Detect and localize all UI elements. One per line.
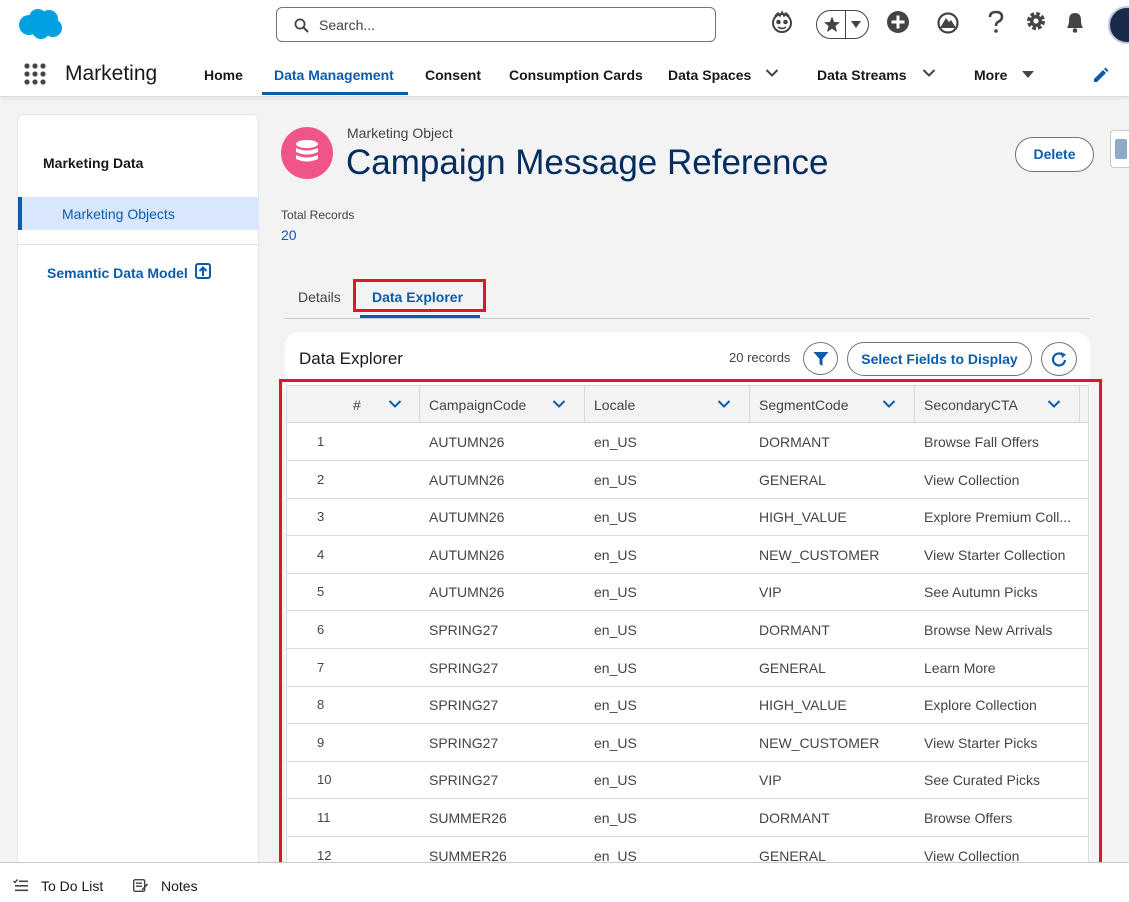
active-nav-indicator bbox=[262, 92, 408, 95]
user-avatar[interactable] bbox=[1108, 6, 1129, 44]
active-tab-indicator bbox=[360, 315, 480, 318]
object-type-label: Marketing Object bbox=[347, 125, 453, 141]
record-count: 20 records bbox=[729, 350, 791, 365]
salesforce-logo[interactable] bbox=[17, 8, 63, 40]
caret-down-icon[interactable] bbox=[1021, 70, 1035, 79]
star-icon[interactable] bbox=[823, 16, 841, 33]
todo-list-icon[interactable] bbox=[13, 879, 28, 892]
database-icon bbox=[281, 127, 333, 179]
notes-icon[interactable] bbox=[133, 879, 148, 892]
delete-button[interactable]: Delete bbox=[1015, 137, 1094, 172]
highlight-box-grid bbox=[279, 379, 1102, 878]
global-search-input[interactable]: Search... bbox=[276, 7, 716, 42]
notes-button[interactable]: Notes bbox=[161, 878, 198, 894]
utility-bar: To Do List Notes bbox=[0, 862, 1129, 902]
refresh-icon bbox=[1051, 352, 1067, 367]
external-link-icon[interactable] bbox=[195, 263, 211, 279]
nav-item-more[interactable]: More bbox=[974, 67, 1007, 83]
nav-item-home[interactable]: Home bbox=[204, 67, 243, 83]
nav-item-data-spaces[interactable]: Data Spaces bbox=[668, 67, 751, 83]
highlight-box-tab bbox=[353, 279, 486, 312]
edit-pencil-icon[interactable] bbox=[1092, 67, 1109, 84]
tabs-baseline bbox=[285, 318, 1090, 319]
einstein-icon[interactable] bbox=[770, 10, 794, 34]
chevron-down-icon[interactable] bbox=[765, 68, 779, 78]
left-navigation-panel: Marketing Data Marketing Objects Semanti… bbox=[17, 114, 259, 874]
chevron-down-icon[interactable] bbox=[922, 68, 936, 78]
refresh-button[interactable] bbox=[1041, 342, 1077, 376]
help-icon[interactable] bbox=[986, 10, 1006, 34]
chevron-down-icon[interactable] bbox=[850, 20, 862, 29]
nav-item-consumption-cards[interactable]: Consumption Cards bbox=[509, 67, 643, 83]
side-panel-toggle[interactable] bbox=[1110, 130, 1129, 168]
select-fields-button[interactable]: Select Fields to Display bbox=[847, 342, 1032, 376]
search-icon bbox=[294, 18, 309, 33]
nav-item-data-streams[interactable]: Data Streams bbox=[817, 67, 907, 83]
filter-button[interactable] bbox=[803, 342, 838, 375]
bell-icon[interactable] bbox=[1064, 10, 1086, 34]
data-explorer-title: Data Explorer bbox=[299, 349, 403, 368]
sidebar-item-label: Marketing Objects bbox=[62, 206, 175, 222]
filter-icon bbox=[813, 352, 829, 366]
app-navigation-bar: Marketing Home Data Management Consent C… bbox=[0, 52, 1129, 97]
add-icon[interactable] bbox=[886, 10, 910, 34]
todo-list-button[interactable]: To Do List bbox=[41, 878, 103, 894]
tab-details[interactable]: Details bbox=[298, 289, 341, 305]
global-header: Search... bbox=[0, 0, 1129, 52]
trailhead-icon[interactable] bbox=[936, 10, 960, 34]
nav-item-data-management[interactable]: Data Management bbox=[274, 67, 394, 83]
nav-item-consent[interactable]: Consent bbox=[425, 67, 481, 83]
gear-icon[interactable] bbox=[1025, 10, 1047, 32]
favorites-divider bbox=[845, 11, 846, 38]
sidebar-divider bbox=[18, 244, 259, 245]
page-title: Campaign Message Reference bbox=[346, 143, 829, 182]
panel-toggle-icon bbox=[1115, 139, 1127, 159]
app-launcher-icon[interactable] bbox=[23, 62, 47, 86]
total-records-label: Total Records bbox=[281, 208, 355, 222]
semantic-data-model-link[interactable]: Semantic Data Model bbox=[47, 265, 188, 281]
search-placeholder: Search... bbox=[319, 17, 376, 33]
app-name: Marketing bbox=[65, 62, 158, 85]
sidebar-title: Marketing Data bbox=[43, 155, 144, 171]
total-records-value: 20 bbox=[281, 227, 297, 243]
favorites-group[interactable] bbox=[816, 10, 869, 39]
sidebar-item-marketing-objects[interactable]: Marketing Objects bbox=[18, 197, 259, 230]
